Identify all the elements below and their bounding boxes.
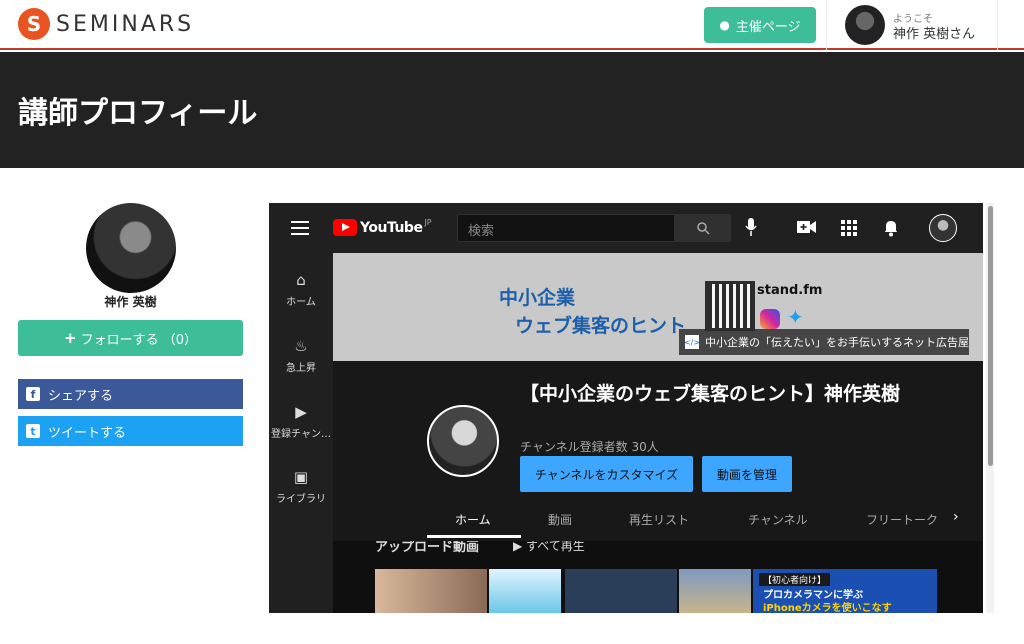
library-icon: ▣: [293, 468, 309, 486]
profile-avatar: [86, 203, 176, 293]
tab-channels: チャンネル: [748, 513, 808, 527]
channel-tabs: ホーム 動画 再生リスト チャンネル フリートーク ›: [333, 505, 983, 541]
uploads-heading: アップロード動画: [375, 541, 480, 555]
play-all-link: ▶ すべて再生: [513, 541, 585, 553]
video-thumbnail: [679, 569, 751, 613]
facebook-share-label: シェアする: [48, 388, 114, 404]
youtube-search-icon: [675, 214, 731, 242]
home-icon: ⌂: [296, 271, 306, 289]
seminars-logo[interactable]: S SEMINARS: [18, 8, 194, 40]
youtube-logo: YouTube JP: [333, 218, 432, 236]
youtube-region: JP: [424, 218, 432, 227]
video-thumbnail: [375, 569, 487, 613]
sidebar-item-library: ▣ ライブラリ: [269, 468, 333, 505]
host-page-label: 主催ページ: [735, 19, 801, 35]
user-icon: ●: [719, 18, 730, 32]
youtube-header: YouTube JP 検索: [269, 203, 983, 253]
video-thumbnail: [489, 569, 561, 613]
twitter-share-label: ツイートする: [48, 425, 127, 441]
sidebar-item-trending: ♨ 急上昇: [269, 337, 333, 374]
uploads-section: アップロード動画 ▶ すべて再生 【初心者向け】 プロカメラマンに学ぶ iPho…: [333, 541, 983, 613]
customize-channel-button: チャンネルをカスタマイズ: [520, 456, 693, 492]
active-tab-indicator: [427, 535, 521, 538]
channel-avatar: [427, 405, 499, 477]
microphone-icon: [745, 218, 757, 240]
plus-icon: +: [64, 329, 77, 347]
sidebar-item-label: ホーム: [286, 297, 316, 308]
sidebar-item-subscriptions: ▶ 登録チャン…: [269, 403, 333, 440]
top-header: S SEMINARS ● 主催ページ ようこそ 神作 英樹さん: [0, 0, 1024, 50]
banner-brand: stand.fm: [757, 283, 823, 298]
subscriptions-icon: ▶: [295, 403, 307, 421]
follow-button[interactable]: + フォローする （0）: [18, 320, 243, 356]
banner-line1: 中小企業: [499, 287, 576, 309]
link-icon: </>: [684, 335, 700, 349]
profile-name: 神作 英樹: [104, 295, 157, 309]
youtube-sidebar: ⌂ ホーム ♨ 急上昇 ▶ 登録チャン… ▣ ライブラリ: [269, 253, 333, 613]
manage-videos-button: 動画を管理: [702, 456, 792, 492]
avatar: [845, 5, 885, 45]
youtube-wordmark: YouTube: [360, 219, 423, 236]
hamburger-menu-icon: [291, 221, 309, 235]
trending-icon: ♨: [294, 337, 308, 355]
tab-videos: 動画: [548, 513, 573, 527]
thumbnail-badge: 【初心者向け】: [759, 573, 831, 586]
subscriber-count: チャンネル登録者数 30人: [520, 440, 659, 454]
logo-text: SEMINARS: [56, 11, 195, 37]
youtube-search-box: 検索: [457, 214, 675, 242]
youtube-play-icon: [333, 219, 357, 236]
sidebar-item-label: ライブラリ: [276, 494, 326, 505]
sidebar-item-home: ⌂ ホーム: [269, 271, 333, 308]
notifications-bell-icon: [883, 219, 899, 241]
play-all-label: すべて再生: [526, 541, 585, 553]
twitter-icon: t: [26, 424, 40, 438]
apps-grid-icon: [841, 220, 857, 240]
channel-info: 【中小企業のウェブ集客のヒント】神作英樹 チャンネル登録者数 30人 チャンネル…: [333, 361, 983, 541]
page-title: 講師プロフィール: [18, 96, 258, 131]
user-menu[interactable]: ようこそ 神作 英樹さん: [826, 0, 998, 50]
sidebar-item-label: 登録チャン…: [271, 429, 331, 440]
channel-banner: 中小企業 ウェブ集客のヒント stand.fm ✦ </> 中小企業の「伝えたい…: [333, 253, 983, 361]
facebook-share-button[interactable]: f シェアする: [18, 379, 243, 409]
banner-link-text: 中小企業の「伝えたい」をお手伝いするネット広告屋: [705, 336, 969, 349]
qr-code-icon: [705, 281, 755, 331]
twitter-share-button[interactable]: t ツイートする: [18, 416, 243, 446]
tab-free-talk: フリートーク: [866, 513, 938, 527]
facebook-icon: f: [26, 387, 40, 401]
video-thumbnail: 【初心者向け】 プロカメラマンに学ぶ iPhoneカメラを使いこなす: [753, 569, 937, 613]
instagram-icon: [760, 309, 780, 329]
sidebar-item-label: 急上昇: [286, 363, 316, 374]
create-video-icon: [797, 220, 817, 238]
chevron-right-icon: ›: [953, 509, 959, 525]
banner-line2: ウェブ集客のヒント: [515, 315, 687, 337]
youtube-account-avatar: [929, 214, 957, 242]
video-thumbnail: [565, 569, 677, 613]
youtube-channel-screenshot: YouTube JP 検索 ⌂ ホーム ♨ 急上昇 ▶ 登録チャン… ▣ ライブ…: [269, 203, 983, 613]
banner-link: </> 中小企業の「伝えたい」をお手伝いするネット広告屋: [679, 329, 969, 355]
thumbnail-line2: iPhoneカメラを使いこなす: [763, 603, 892, 613]
tab-home: ホーム: [455, 513, 491, 527]
twitter-bird-icon: ✦: [787, 305, 804, 329]
host-page-button[interactable]: ● 主催ページ: [704, 7, 816, 43]
username: 神作 英樹さん: [893, 27, 976, 42]
channel-title: 【中小企業のウェブ集客のヒント】神作英樹: [520, 383, 901, 405]
tab-playlists: 再生リスト: [629, 513, 690, 527]
embed-scrollbar-thumb[interactable]: [988, 206, 993, 466]
follow-label: フォローする （0）: [80, 332, 197, 348]
logo-mark: S: [18, 8, 50, 40]
